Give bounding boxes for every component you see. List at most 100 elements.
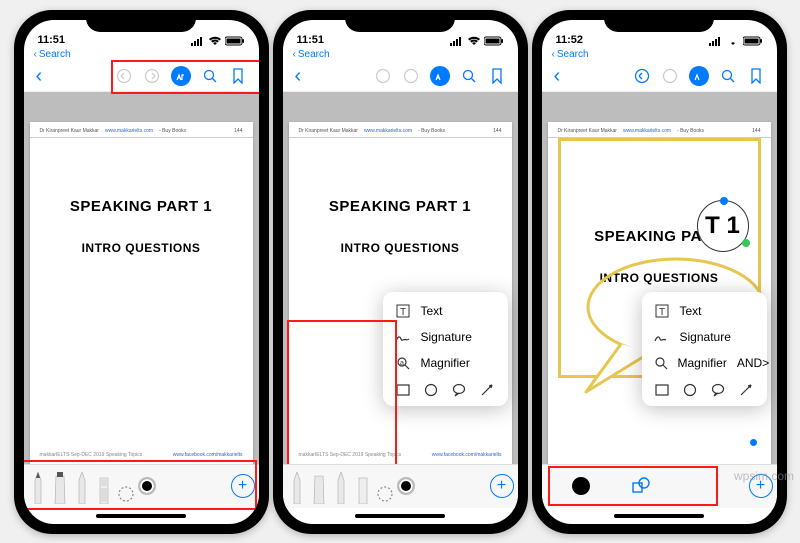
arrow-shape[interactable] xyxy=(479,382,495,398)
page-number: 144 xyxy=(493,128,501,134)
phone-2: 11:51 ‹ Search ‹ Dr Kiranp xyxy=(273,10,528,534)
undo-icon[interactable] xyxy=(633,67,651,85)
search-icon[interactable] xyxy=(201,67,219,85)
site-link: www.makkarielts.com xyxy=(364,128,412,134)
popover-signature[interactable]: Signature xyxy=(642,324,767,350)
lasso-tool[interactable] xyxy=(375,468,395,504)
add-popover: T Text Signature Magnifier AND> xyxy=(642,292,767,406)
eraser-tool[interactable] xyxy=(353,468,373,504)
text-icon: T xyxy=(395,304,411,318)
navigation-bar: ‹ xyxy=(542,62,777,92)
breadcrumb-search[interactable]: ‹ Search xyxy=(283,48,518,62)
add-button[interactable]: + xyxy=(231,474,255,498)
undo-icon[interactable] xyxy=(115,67,133,85)
screen-2: 11:51 ‹ Search ‹ Dr Kiranp xyxy=(283,20,518,524)
magnifier-handle-size[interactable] xyxy=(742,239,750,247)
magnifier-content: T 1 xyxy=(705,212,740,240)
doc-title: SPEAKING PART 1 xyxy=(289,198,512,215)
search-icon[interactable] xyxy=(719,67,737,85)
add-popover: T Text Signature a Magnifier xyxy=(383,292,508,406)
nav-toolbar xyxy=(633,66,769,86)
popover-text[interactable]: T Text xyxy=(383,298,508,324)
rectangle-shape[interactable] xyxy=(654,382,670,398)
phone-3: 11:52 ‹ Search ‹ Dr Kiranp xyxy=(532,10,787,534)
popover-signature[interactable]: Signature xyxy=(383,324,508,350)
speech-bubble-shape[interactable] xyxy=(451,382,467,398)
screen-3: 11:52 ‹ Search ‹ Dr Kiranp xyxy=(542,20,777,524)
circle-shape[interactable] xyxy=(682,382,698,398)
shapes-button[interactable] xyxy=(630,475,652,497)
chevron-left-icon: ‹ xyxy=(552,49,555,60)
footer-link: www.facebook.com/makkarielts xyxy=(173,452,243,458)
color-picker[interactable] xyxy=(138,477,156,495)
search-label: Search xyxy=(39,49,71,60)
buy-text: - Buy Books xyxy=(418,128,445,134)
breadcrumb-search[interactable]: ‹ Search xyxy=(24,48,259,62)
bookmark-icon[interactable] xyxy=(747,67,765,85)
popover-text[interactable]: T Text xyxy=(642,298,767,324)
speech-bubble-shape[interactable] xyxy=(710,382,726,398)
phone-1: 11:51 ‹ Search ‹ Dr xyxy=(14,10,269,534)
nav-toolbar xyxy=(374,66,510,86)
add-button[interactable]: + xyxy=(749,474,773,498)
markup-icon[interactable] xyxy=(171,66,191,86)
marker-tool[interactable] xyxy=(309,468,329,504)
buy-text: - Buy Books xyxy=(159,128,186,134)
pencil-tool[interactable] xyxy=(331,468,351,504)
magnifier-annotation[interactable]: T 1 xyxy=(697,200,749,252)
back-button[interactable]: ‹ xyxy=(32,65,47,88)
popover-text-label: Text xyxy=(421,304,443,318)
document-viewport[interactable]: Dr Kiranpreet Kaur Makkar www.makkarielt… xyxy=(283,92,518,464)
color-picker[interactable] xyxy=(572,477,590,495)
home-indicator[interactable] xyxy=(283,508,518,524)
redo-icon[interactable] xyxy=(143,67,161,85)
magnifier-icon: a xyxy=(395,356,411,370)
markup-icon[interactable] xyxy=(430,66,450,86)
document-viewport[interactable]: Dr Kiranpreet Kaur Makkar www.makkarielt… xyxy=(24,92,259,464)
search-icon[interactable] xyxy=(460,67,478,85)
home-indicator[interactable] xyxy=(542,508,777,524)
circle-shape[interactable] xyxy=(423,382,439,398)
rectangle-shape[interactable] xyxy=(395,382,411,398)
markup-icon[interactable] xyxy=(689,66,709,86)
signal-icon xyxy=(450,36,464,46)
chevron-left-icon: ‹ xyxy=(293,49,296,60)
author: Dr Kiranpreet Kaur Makkar xyxy=(299,128,358,134)
popover-magnifier[interactable]: Magnifier AND> xyxy=(642,350,767,376)
signature-icon xyxy=(654,330,670,344)
arrow-shape[interactable] xyxy=(738,382,754,398)
page-header: Dr Kiranpreet Kaur Makkar www.makkarielt… xyxy=(289,122,512,138)
site-link: www.makkarielts.com xyxy=(105,128,153,134)
doc-subtitle: INTRO QUESTIONS xyxy=(30,241,253,255)
popover-signature-label: Signature xyxy=(680,330,731,344)
signature-icon xyxy=(395,330,411,344)
add-button[interactable]: + xyxy=(490,474,514,498)
markup-toolbar: + xyxy=(24,464,259,508)
page-footer: makkarIELTS Sep-DEC 2019 Speaking Topics… xyxy=(299,452,502,458)
redo-icon[interactable] xyxy=(402,67,420,85)
back-button[interactable]: ‹ xyxy=(550,65,565,88)
clock: 11:52 xyxy=(556,34,584,46)
bubble-handle[interactable] xyxy=(750,439,757,446)
marker-tool[interactable] xyxy=(50,468,70,504)
wifi-icon xyxy=(726,36,740,46)
redo-icon[interactable] xyxy=(661,67,679,85)
bookmark-icon[interactable] xyxy=(229,67,247,85)
pencil-tool[interactable] xyxy=(72,468,92,504)
home-indicator[interactable] xyxy=(24,508,259,524)
undo-icon[interactable] xyxy=(374,67,392,85)
popover-magnifier[interactable]: a Magnifier xyxy=(383,350,508,376)
magnifier-handle-zoom[interactable] xyxy=(720,197,728,205)
bookmark-icon[interactable] xyxy=(488,67,506,85)
back-button[interactable]: ‹ xyxy=(291,65,306,88)
breadcrumb-search[interactable]: ‹ Search xyxy=(542,48,777,62)
page-number: 144 xyxy=(752,128,760,134)
clock: 11:51 xyxy=(38,34,66,46)
pen-tool[interactable] xyxy=(28,468,48,504)
eraser-tool[interactable] xyxy=(94,468,114,504)
lasso-tool[interactable] xyxy=(116,468,136,504)
pen-tool[interactable] xyxy=(287,468,307,504)
document-viewport[interactable]: Dr Kiranpreet Kaur Makkar www.makkarielt… xyxy=(542,92,777,464)
color-picker[interactable] xyxy=(397,477,415,495)
markup-toolbar: + xyxy=(283,464,518,508)
